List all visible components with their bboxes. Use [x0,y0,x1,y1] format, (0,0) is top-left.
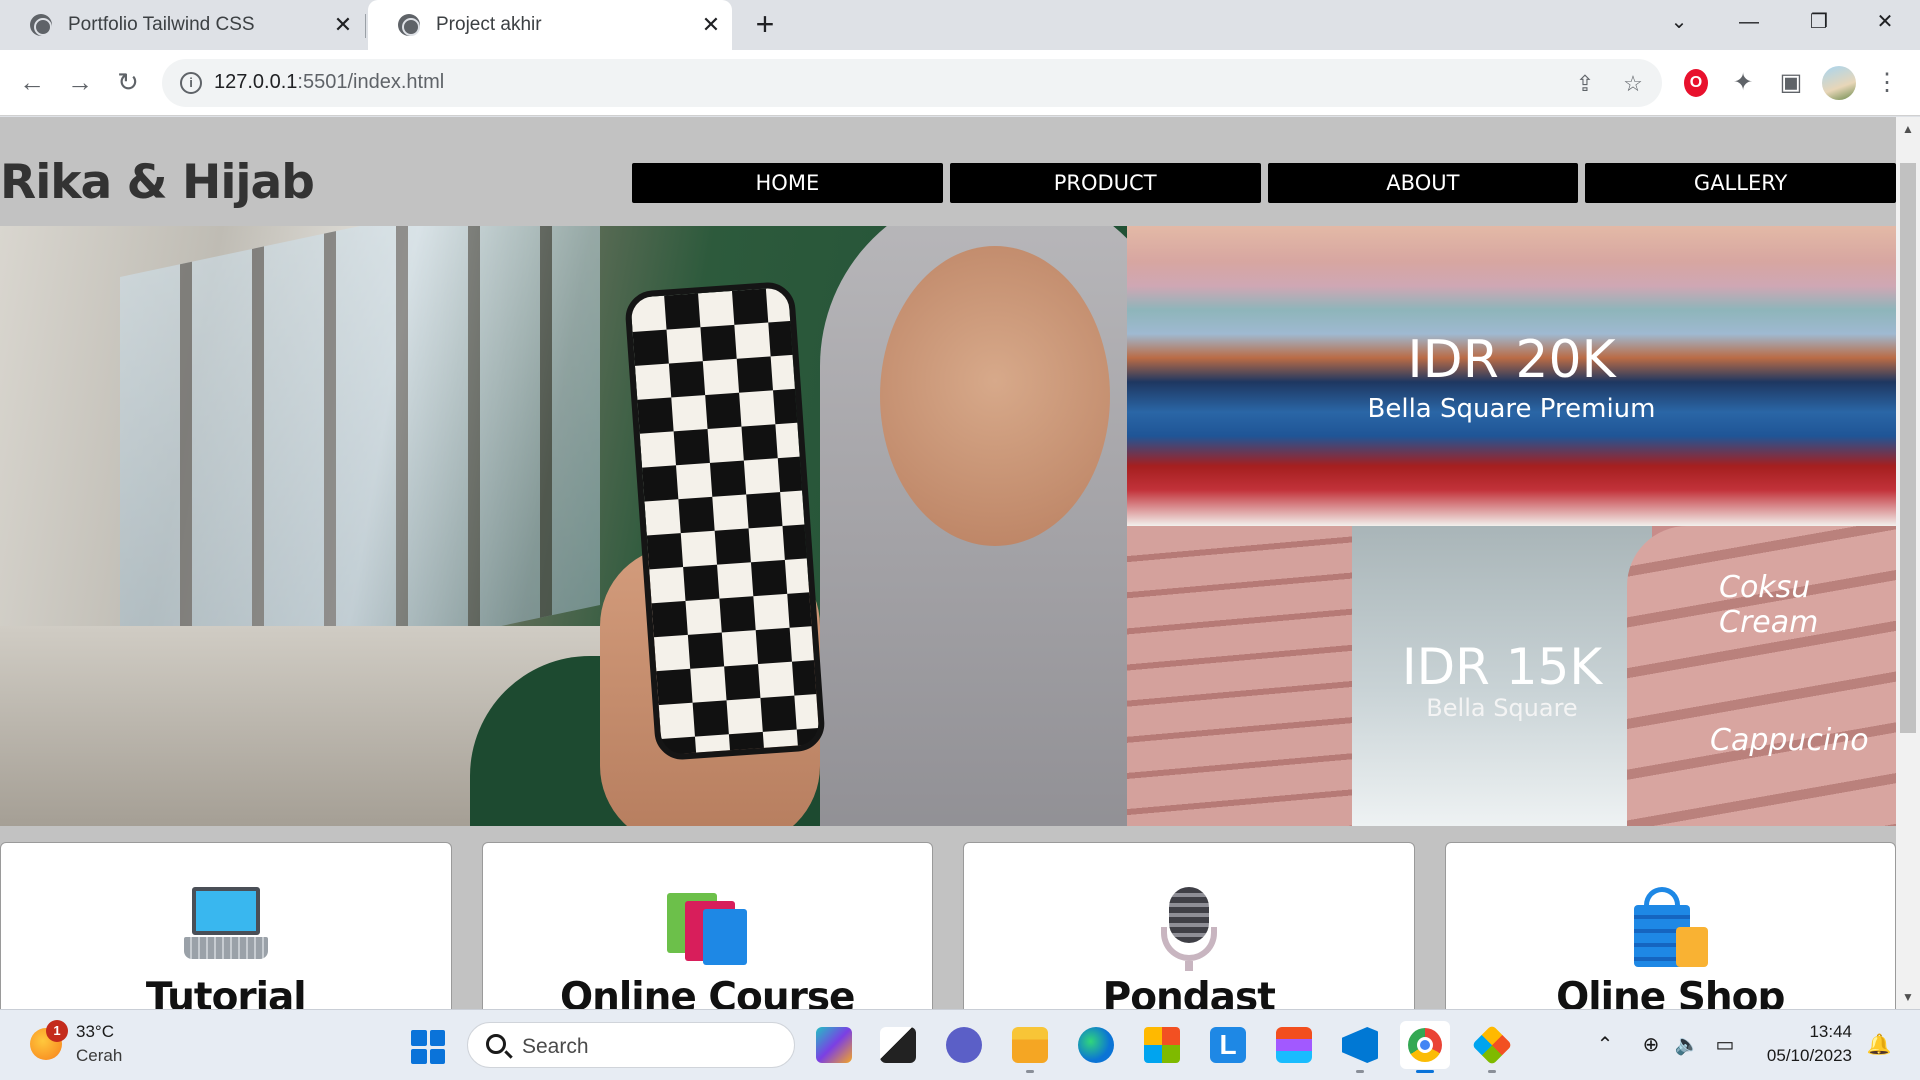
card-title: Online Course [559,975,856,1009]
start-icon[interactable] [411,1030,445,1064]
brand-title: Rika & Hijab [0,155,315,210]
search-icon [486,1034,506,1054]
git-kraken-icon[interactable] [1471,1024,1513,1066]
scroll-down-icon[interactable]: ▼ [1896,985,1920,1009]
nav-product[interactable]: PRODUCT [949,163,1261,203]
clock-time[interactable]: 13:44 [1809,1022,1852,1042]
color-label: Cappucino [1710,723,1869,758]
nav-home[interactable]: HOME [632,163,943,203]
microphone-icon [1147,887,1231,971]
browser-tab-bar: Portfolio Tailwind CSS ✕ Project akhir ✕… [0,0,1920,50]
promo-price: IDR 15K [1401,638,1603,696]
laptop-icon [183,887,268,967]
scrollbar-thumb[interactable] [1900,163,1916,733]
close-icon[interactable]: ✕ [328,12,358,38]
page-viewport: Rika & Hijab HOME PRODUCT ABOUT GALLERY … [0,117,1920,1009]
promo-price: IDR 20K [1407,330,1616,390]
url-text[interactable]: 127.0.0.1:5501/index.html [214,71,444,94]
edge-icon[interactable] [1078,1027,1114,1063]
color-label: Coksu Cream [1719,570,1819,640]
card-title: Oline Shop [1556,975,1785,1009]
search-label: Search [522,1035,589,1058]
windows-taskbar: 1 33°C Cerah Search L ⌃ ⊕ 🔈 ▭ 13:44 05/1… [0,1009,1920,1080]
card-title: Pondast [1102,975,1276,1009]
weather-condition[interactable]: Cerah [76,1046,122,1066]
books-icon [665,887,749,967]
shopping-bag-icon [1628,887,1712,967]
card-online-course[interactable]: Online Course [481,842,933,1009]
notification-badge: 1 [46,1020,68,1042]
side-panel-icon[interactable]: ▣ [1774,66,1808,100]
language-globe-icon[interactable]: ⊕ [1638,1032,1664,1058]
tab-title: Project akhir [436,14,542,35]
card-title: Tutorial [145,975,307,1009]
reload-icon[interactable]: ↻ [108,62,148,102]
globe-icon [30,14,52,36]
info-icon[interactable]: i [180,72,202,94]
scroll-up-icon[interactable]: ▲ [1896,117,1920,141]
notification-bell-icon[interactable]: 🔔 [1866,1032,1892,1058]
volume-icon[interactable]: 🔈 [1674,1032,1700,1058]
close-window-button[interactable]: ✕ [1850,0,1920,44]
tab-project-akhir[interactable]: Project akhir ✕ [368,0,732,50]
promo-card-square[interactable]: IDR 15K Bella Square Coksu Cream Cappuci… [1127,526,1896,826]
new-tab-button[interactable]: + [748,8,782,42]
main-nav: HOME PRODUCT ABOUT GALLERY [632,163,1896,203]
tab-portfolio[interactable]: Portfolio Tailwind CSS ✕ [0,0,364,50]
address-bar[interactable]: i 127.0.0.1:5501/index.html ⇪ ☆ [162,59,1662,107]
card-pondast[interactable]: Pondast [963,842,1415,1009]
vscode-icon[interactable] [1342,1027,1378,1063]
task-view-icon[interactable] [880,1027,916,1063]
tab-separator [365,14,366,38]
promo-card-premium[interactable]: IDR 20K Bella Square Premium [1127,226,1896,526]
tab-title: Portfolio Tailwind CSS [68,14,255,35]
tab-search-icon[interactable]: ⌄ [1644,0,1714,44]
weather-temperature[interactable]: 33°C [76,1022,114,1042]
nav-about[interactable]: ABOUT [1267,163,1579,203]
opera-icon[interactable]: O [1684,69,1708,97]
app-l-icon[interactable]: L [1210,1027,1246,1063]
teams-chat-icon[interactable] [946,1027,982,1063]
chrome-icon[interactable] [1400,1021,1450,1069]
taskbar-search[interactable]: Search [467,1022,795,1068]
globe-icon [398,14,420,36]
nav-gallery[interactable]: GALLERY [1585,163,1896,203]
copilot-icon[interactable] [816,1027,852,1063]
share-icon[interactable]: ⇪ [1570,69,1600,99]
page-scrollbar[interactable]: ▲ ▼ [1896,117,1920,1009]
store-icon[interactable] [1144,1027,1180,1063]
hero-photo [0,226,1127,826]
feature-cards: Tutorial Online Course Pondast Oline Sho… [0,842,1896,1009]
back-arrow-icon[interactable]: ← [12,62,52,102]
forward-arrow-icon[interactable]: → [60,62,100,102]
battery-icon[interactable]: ▭ [1712,1032,1738,1058]
file-explorer-icon[interactable] [1012,1027,1048,1063]
profile-avatar[interactable] [1822,66,1856,100]
promo-name: Bella Square Premium [1367,394,1656,424]
close-icon[interactable]: ✕ [696,12,726,38]
star-icon[interactable]: ☆ [1618,69,1648,99]
minimize-button[interactable]: — [1714,0,1784,44]
chevron-up-icon[interactable]: ⌃ [1592,1032,1618,1058]
extensions-icon[interactable]: ✦ [1726,66,1760,100]
promo-name: Bella Square [1426,694,1578,722]
more-menu-icon[interactable]: ⋮ [1870,66,1904,100]
browser-toolbar: ← → ↻ i 127.0.0.1:5501/index.html ⇪ ☆ O … [0,50,1920,116]
card-tutorial[interactable]: Tutorial [0,842,452,1009]
clock-date[interactable]: 05/10/2023 [1767,1046,1852,1066]
restore-button[interactable]: ❐ [1784,0,1854,44]
card-oline-shop[interactable]: Oline Shop [1444,842,1896,1009]
figma-icon[interactable] [1276,1027,1312,1063]
